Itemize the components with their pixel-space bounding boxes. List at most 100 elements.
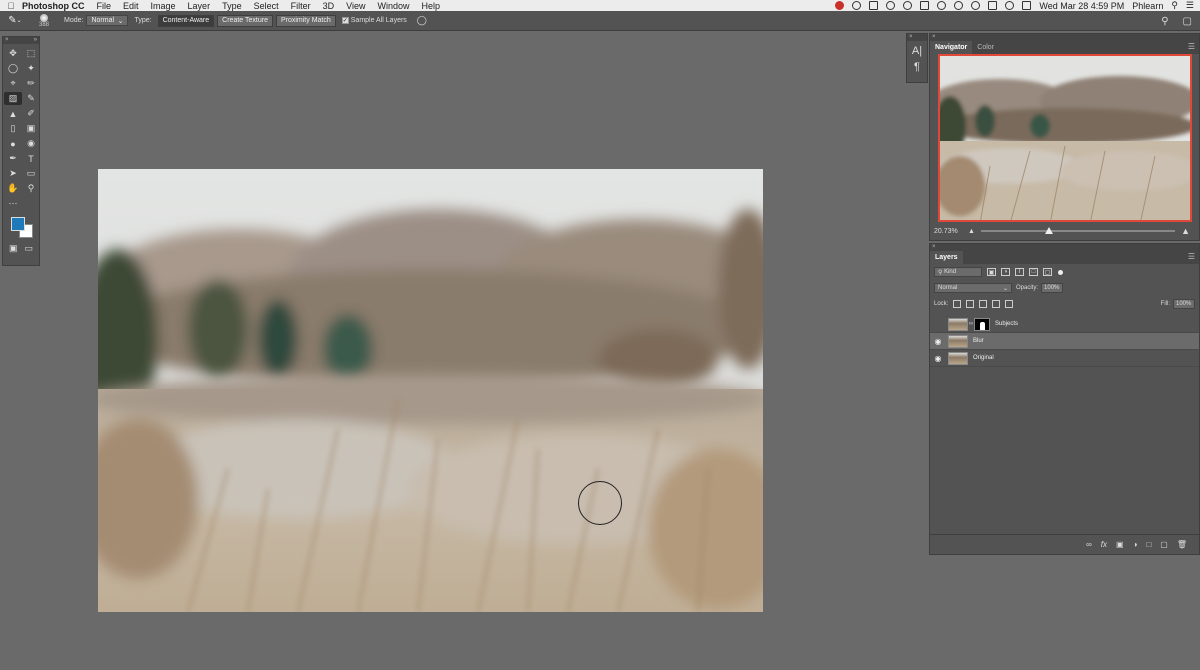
character-panel-icon[interactable]: A| [907,45,927,57]
layer-row-blur[interactable]: ◉ Blur [930,333,1199,350]
close-icon[interactable]: × [932,34,936,40]
move-tool-icon[interactable]: ✥ [4,47,22,60]
layer-name[interactable]: Original [973,355,994,361]
tools-panel-header[interactable]: ×» [3,37,39,44]
menu-type[interactable]: Type [222,1,242,11]
apple-icon[interactable]:  [0,1,22,11]
screen-mode-icon[interactable]: ▭ [24,243,33,254]
document-canvas[interactable] [98,169,763,612]
quick-mask-icon[interactable]: ▣ [9,243,18,254]
healing-brush-tool-icon[interactable]: ▨ [4,92,22,105]
zoom-slider-handle[interactable] [1044,227,1053,234]
clock-icon[interactable] [886,1,896,10]
new-layer-icon[interactable]: ▢ [1160,540,1168,549]
blend-mode-select[interactable]: Normal ⌄ [934,283,1012,293]
notification-icon[interactable]: ☰ [1186,0,1194,11]
battery-icon[interactable] [1022,1,1032,10]
sync-icon[interactable] [903,1,913,10]
app-name-menu[interactable]: Photoshop CC [22,1,85,11]
zoom-tool-icon[interactable]: ⚲ [22,182,40,195]
dodge-tool-icon[interactable]: ◉ [22,137,40,150]
fill-field[interactable]: 100% [1173,299,1195,309]
filter-toggle[interactable] [1058,269,1063,275]
menu-layer[interactable]: Layer [188,1,211,11]
user-name[interactable]: Phlearn [1132,1,1163,11]
tab-navigator[interactable]: Navigator [930,41,973,54]
eraser-tool-icon[interactable]: ▯ [4,122,22,135]
menu-view[interactable]: View [346,1,365,11]
record-icon[interactable] [835,1,845,10]
shape-tool-icon[interactable]: ▭ [22,167,40,180]
foreground-color-swatch[interactable] [11,217,25,231]
airplay-icon[interactable] [988,1,998,10]
collapse-icon[interactable]: » [34,37,37,44]
trash-icon[interactable]: 🗑 [1177,540,1187,549]
more-tools-icon[interactable]: ⋯ [4,197,22,210]
strip-header[interactable]: × [907,34,927,41]
menu-file[interactable]: File [97,1,112,11]
shape-filter-icon[interactable]: □ [1029,268,1038,276]
filter-kind-select[interactable]: ⚲ Kind [934,267,982,277]
cloud-icon[interactable] [852,1,862,10]
visibility-toggle-icon[interactable]: ◉ [930,354,946,363]
menu-filter[interactable]: Filter [291,1,311,11]
search-icon[interactable]: ⚲ [1161,16,1168,27]
new-group-icon[interactable]: □ [1146,540,1151,549]
bluetooth-icon[interactable] [954,1,964,10]
type-tool-icon[interactable]: T [22,152,40,165]
pen-tool-icon[interactable]: ✒ [4,152,22,165]
clock-text[interactable]: Wed Mar 28 4:59 PM [1039,1,1124,11]
smart-object-filter-icon[interactable]: ▢ [1043,268,1052,276]
create-texture-button[interactable]: Create Texture [217,14,273,27]
menu-window[interactable]: Window [377,1,409,11]
proximity-match-button[interactable]: Proximity Match [275,14,336,27]
close-icon[interactable]: × [5,37,9,44]
magic-wand-tool-icon[interactable]: ✦ [22,62,40,75]
layer-row-original[interactable]: ◉ Original [930,350,1199,367]
app-icon[interactable] [920,1,930,10]
lock-pixels-icon[interactable] [966,300,975,308]
adjustment-layer-icon[interactable]: ◑ [1133,540,1138,549]
content-aware-button[interactable]: Content-Aware [157,14,215,27]
adjustment-filter-icon[interactable]: ◑ [1001,268,1010,276]
gradient-tool-icon[interactable]: ▣ [22,122,40,135]
layer-name[interactable]: Subjects [995,321,1018,327]
brush-preset-picker[interactable]: 388 [30,11,58,31]
history-brush-tool-icon[interactable]: ✐ [22,107,40,120]
wifi-icon[interactable] [971,1,981,10]
lasso-tool-icon[interactable]: ◯ [4,62,22,75]
visibility-toggle-icon[interactable]: ◉ [930,320,946,329]
doc-icon[interactable] [869,1,879,10]
lock-transparency-icon[interactable] [953,300,962,308]
link-layers-icon[interactable]: ∞ [1086,540,1092,549]
add-mask-icon[interactable]: ▣ [1116,540,1124,549]
time-machine-icon[interactable] [937,1,947,10]
marquee-tool-icon[interactable]: ⬚ [22,47,40,60]
zoom-level[interactable]: 20.73% [934,228,962,235]
paragraph-panel-icon[interactable]: ¶ [907,61,927,73]
tab-color[interactable]: Color [972,41,999,54]
zoom-in-icon[interactable]: ▲ [1181,226,1190,236]
mode-select[interactable]: Normal ⌄ [86,15,129,26]
spotlight-icon[interactable]: ⚲ [1171,0,1178,11]
crop-tool-icon[interactable]: ⌖ [4,77,22,90]
lock-position-icon[interactable] [979,300,988,308]
type-filter-icon[interactable]: T [1015,268,1024,276]
sample-all-layers-checkbox[interactable]: ✓ [341,17,349,24]
lock-artboard-icon[interactable] [992,300,1001,308]
zoom-out-icon[interactable]: ▲ [968,228,975,235]
layer-mask-thumbnail[interactable] [974,317,990,331]
brush-tool-icon[interactable]: ✎ [22,92,40,105]
menu-select[interactable]: Select [254,1,279,11]
zoom-slider[interactable] [980,227,1176,234]
menu-3d[interactable]: 3D [323,1,335,11]
workspace-icon[interactable]: ▢ [1183,16,1192,27]
menu-image[interactable]: Image [151,1,176,11]
fx-icon[interactable]: fx [1101,540,1107,549]
blur-tool-icon[interactable]: ● [4,137,22,150]
tool-preset-picker[interactable]: ✎ ⌄ [0,12,30,30]
menu-help[interactable]: Help [421,1,440,11]
hand-tool-icon[interactable]: ✋ [4,182,22,195]
clone-stamp-tool-icon[interactable]: ▲ [4,107,22,120]
pixel-filter-icon[interactable]: ▣ [987,268,996,276]
